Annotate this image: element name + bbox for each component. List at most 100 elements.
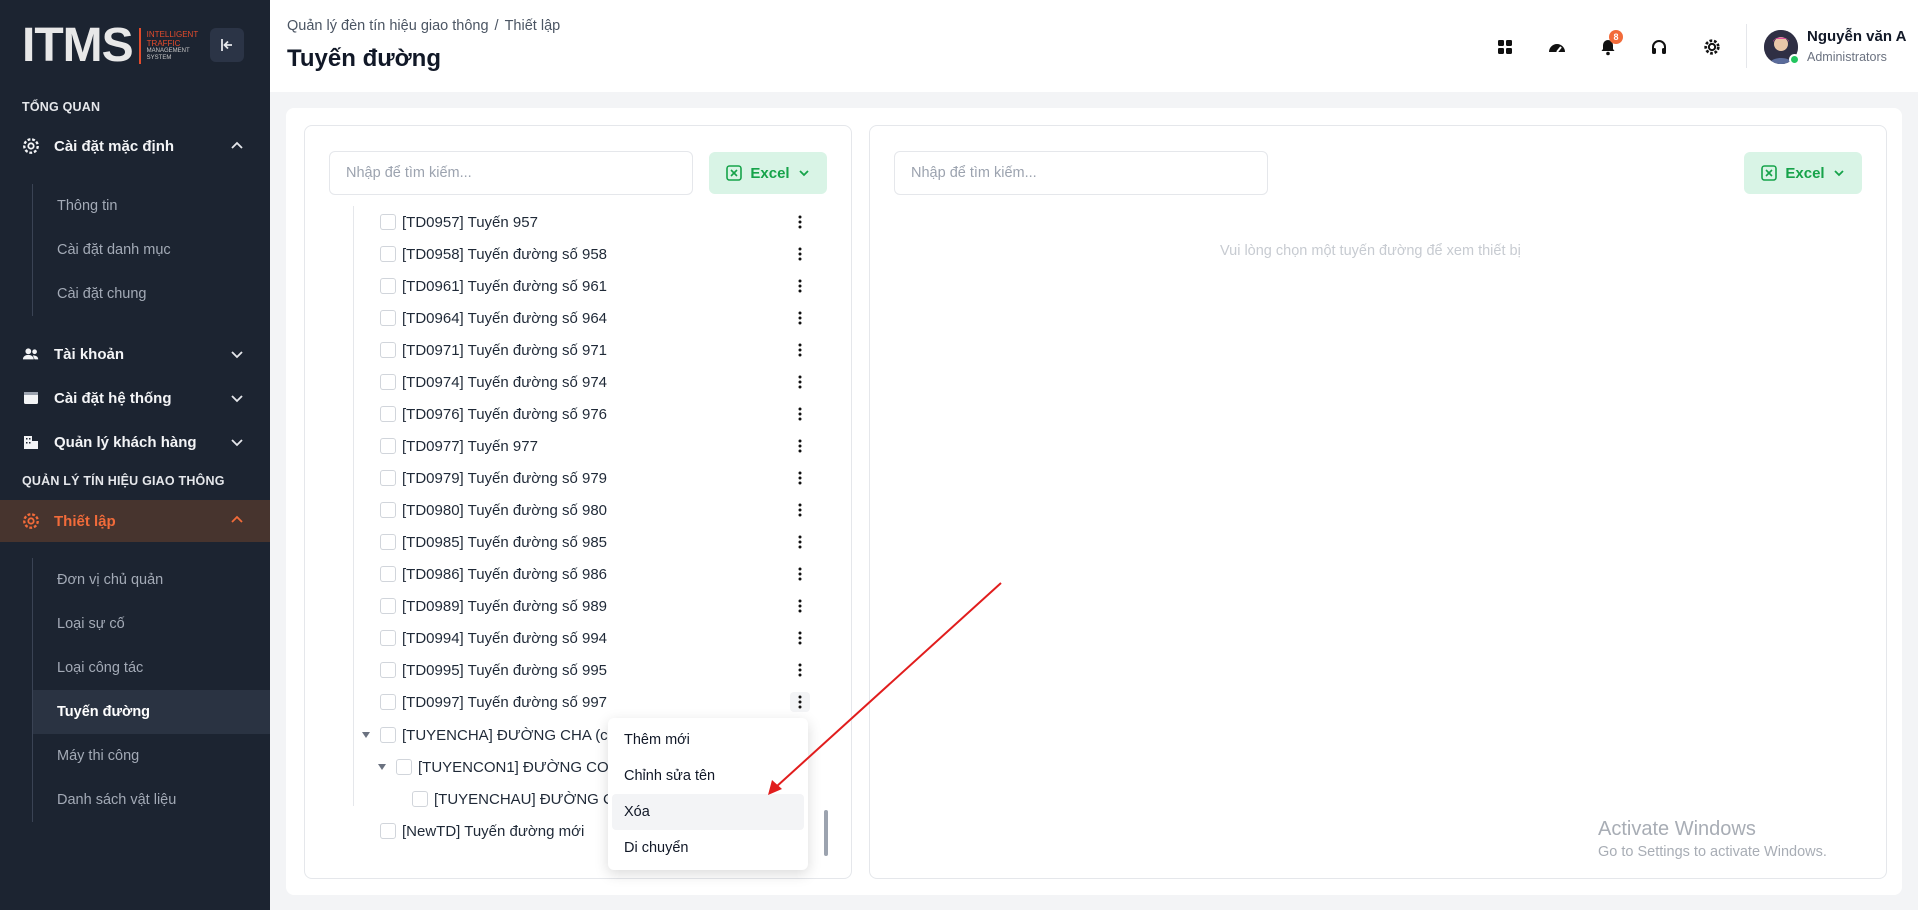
sidebar-item-incident-types[interactable]: Loại sự cố <box>33 602 270 646</box>
chevron-down-icon <box>1833 170 1844 177</box>
row-checkbox[interactable] <box>380 502 396 518</box>
row-checkbox[interactable] <box>396 759 412 775</box>
windows-watermark-title: Activate Windows <box>1598 818 1756 840</box>
settings-button[interactable] <box>1697 32 1727 62</box>
user-role: Administrators <box>1807 50 1887 64</box>
sidebar-item-materials[interactable]: Danh sách vật liệu <box>33 778 270 822</box>
collapse-sidebar-button[interactable] <box>210 28 244 62</box>
row-checkbox[interactable] <box>380 214 396 230</box>
row-checkbox[interactable] <box>380 374 396 390</box>
notifications-button[interactable]: 8 <box>1593 30 1623 62</box>
more-options-icon[interactable] <box>790 308 810 328</box>
tree-row-new[interactable]: [NewTD] Tuyến đường mới <box>380 815 610 847</box>
sidebar-item-account[interactable]: Tài khoản <box>0 334 270 374</box>
more-options-icon[interactable] <box>790 436 810 456</box>
tree-row[interactable]: [TD0961] Tuyến đường số 961 <box>380 270 810 302</box>
row-checkbox[interactable] <box>380 534 396 550</box>
breadcrumb-item[interactable]: Quản lý đèn tín hiệu giao thông <box>287 18 489 34</box>
sidebar-item-default-settings[interactable]: Cài đặt mặc định <box>0 126 270 166</box>
tree-row-grandchild[interactable]: [TUYENCHAU] ĐƯỜNG C <box>412 783 614 815</box>
more-options-icon[interactable] <box>790 468 810 488</box>
device-search-input[interactable]: Nhập để tìm kiếm... <box>894 151 1268 195</box>
row-checkbox[interactable] <box>380 630 396 646</box>
tree-row-child[interactable]: [TUYENCON1] ĐƯỜNG CON <box>378 751 620 783</box>
sidebar-item-system-settings[interactable]: Cài đặt hệ thống <box>0 378 270 418</box>
row-checkbox[interactable] <box>380 310 396 326</box>
tree-row[interactable]: [TD0994] Tuyến đường số 994 <box>380 622 810 654</box>
row-checkbox[interactable] <box>380 342 396 358</box>
sidebar-item-machines[interactable]: Máy thi công <box>33 734 270 778</box>
row-checkbox[interactable] <box>380 727 396 743</box>
tree-row[interactable]: [TD0974] Tuyến đường số 974 <box>380 366 810 398</box>
more-options-icon[interactable] <box>790 500 810 520</box>
menu-item-add-new[interactable]: Thêm mới <box>612 722 804 758</box>
row-checkbox[interactable] <box>380 566 396 582</box>
users-icon <box>22 345 40 363</box>
more-options-icon[interactable] <box>790 244 810 264</box>
more-options-icon[interactable] <box>790 660 810 680</box>
dashboard-button[interactable] <box>1542 32 1572 62</box>
tree-row[interactable]: [TD0957] Tuyến 957 <box>380 206 810 238</box>
more-options-icon[interactable] <box>790 532 810 552</box>
tree-row[interactable]: [TD0964] Tuyến đường số 964 <box>380 302 810 334</box>
breadcrumb-item[interactable]: Thiết lập <box>505 18 561 34</box>
support-button[interactable] <box>1644 32 1674 62</box>
menu-item-move[interactable]: Di chuyển <box>612 830 804 866</box>
more-options-icon[interactable] <box>790 404 810 424</box>
sidebar-item-setup[interactable]: Thiết lập <box>0 500 270 542</box>
user-name[interactable]: Nguyễn văn A <box>1807 28 1906 45</box>
tree-row[interactable]: [TD0958] Tuyến đường số 958 <box>380 238 810 270</box>
sidebar-item-general-settings[interactable]: Cài đặt chung <box>33 272 270 316</box>
online-status-dot <box>1789 54 1800 65</box>
row-checkbox[interactable] <box>380 470 396 486</box>
sidebar-item-category-settings[interactable]: Cài đặt danh mục <box>33 228 270 272</box>
row-checkbox[interactable] <box>380 246 396 262</box>
more-options-icon[interactable] <box>790 340 810 360</box>
row-checkbox[interactable] <box>380 406 396 422</box>
excel-export-button[interactable]: Excel <box>709 152 827 194</box>
tree-row[interactable]: [TD0977] Tuyến 977 <box>380 430 810 462</box>
row-checkbox[interactable] <box>380 694 396 710</box>
caret-down-icon[interactable] <box>362 732 370 738</box>
row-checkbox[interactable] <box>380 823 396 839</box>
caret-down-icon[interactable] <box>378 764 386 770</box>
more-options-icon[interactable] <box>790 596 810 616</box>
row-checkbox[interactable] <box>380 278 396 294</box>
more-options-icon[interactable] <box>790 276 810 296</box>
menu-item-rename[interactable]: Chỉnh sửa tên <box>612 758 804 794</box>
tree-row[interactable]: [TD0979] Tuyến đường số 979 <box>380 462 810 494</box>
row-label: [TUYENCON1] ĐƯỜNG CON <box>418 758 620 776</box>
itms-logo[interactable]: ITMS INTELLIGENT TRAFFIC MANAGEMENT SYST… <box>22 22 198 70</box>
tree-row[interactable]: [TD0995] Tuyến đường số 995 <box>380 654 810 686</box>
sidebar-item-routes[interactable]: Tuyến đường <box>33 690 270 734</box>
sidebar-item-managing-unit[interactable]: Đơn vị chủ quản <box>33 558 270 602</box>
tree-row-parent[interactable]: [TUYENCHA] ĐƯỜNG CHA (cấ <box>362 719 616 751</box>
tree-row[interactable]: [TD0986] Tuyến đường số 986 <box>380 558 810 590</box>
more-options-icon[interactable] <box>790 212 810 232</box>
excel-icon <box>1761 165 1778 181</box>
sidebar-item-customers[interactable]: Quản lý khách hàng <box>0 422 270 462</box>
device-excel-button[interactable]: Excel <box>1744 152 1862 194</box>
tree-row[interactable]: [TD0997] Tuyến đường số 997 <box>380 686 810 718</box>
sidebar-item-info[interactable]: Thông tin <box>33 184 270 228</box>
row-checkbox[interactable] <box>380 662 396 678</box>
tree-scrollbar[interactable] <box>824 810 828 856</box>
more-options-icon[interactable] <box>790 372 810 392</box>
apps-grid-button[interactable] <box>1490 32 1520 62</box>
menu-item-delete[interactable]: Xóa <box>612 794 804 830</box>
row-label: [TD0979] Tuyến đường số 979 <box>402 469 608 487</box>
sidebar-item-label: Cài đặt mặc định <box>54 137 175 155</box>
row-checkbox[interactable] <box>380 598 396 614</box>
tree-row[interactable]: [TD0985] Tuyến đường số 985 <box>380 526 810 558</box>
tree-row[interactable]: [TD0971] Tuyến đường số 971 <box>380 334 810 366</box>
more-options-icon[interactable] <box>790 564 810 584</box>
tree-row[interactable]: [TD0989] Tuyến đường số 989 <box>380 590 810 622</box>
row-checkbox[interactable] <box>412 791 428 807</box>
more-options-icon[interactable] <box>790 692 810 712</box>
tree-row[interactable]: [TD0980] Tuyến đường số 980 <box>380 494 810 526</box>
sidebar-item-work-types[interactable]: Loại công tác <box>33 646 270 690</box>
tree-row[interactable]: [TD0976] Tuyến đường số 976 <box>380 398 810 430</box>
row-checkbox[interactable] <box>380 438 396 454</box>
route-search-input[interactable]: Nhập để tìm kiếm... <box>329 151 693 195</box>
more-options-icon[interactable] <box>790 628 810 648</box>
